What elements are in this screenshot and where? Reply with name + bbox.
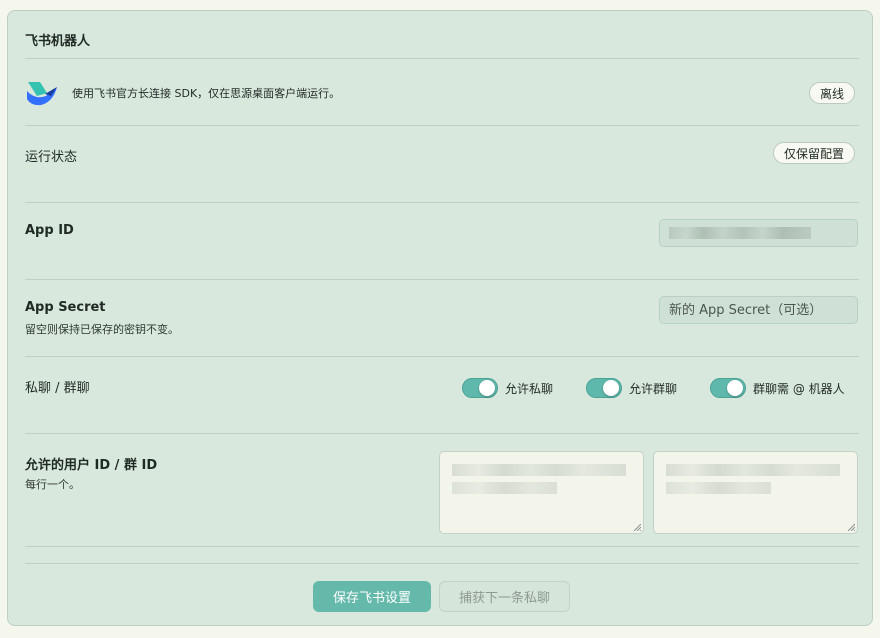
allowed-ids-hint: 每行一个。	[25, 478, 80, 491]
masked-app-id	[669, 227, 811, 239]
run-status-label: 运行状态	[25, 150, 78, 165]
divider	[25, 433, 859, 434]
masked-group-id	[666, 464, 840, 476]
divider	[25, 58, 859, 59]
keep-config-only-button[interactable]: 仅保留配置	[773, 142, 856, 164]
group-require-mention-toggle[interactable]	[710, 378, 746, 398]
section-title: 飞书机器人	[25, 34, 91, 49]
chat-scope-label: 私聊 / 群聊	[25, 381, 90, 396]
masked-user-id	[452, 482, 557, 494]
toggle-knob	[727, 380, 743, 396]
allow-group-chat-toggle[interactable]	[586, 378, 622, 398]
intro-description: 使用飞书官方长连接 SDK，仅在思源桌面客户端运行。	[72, 87, 341, 100]
allowed-ids-label: 允许的用户 ID / 群 ID	[25, 458, 158, 473]
group-require-mention-toggle-group: 群聊需 @ 机器人	[710, 378, 845, 398]
toggle-knob	[603, 380, 619, 396]
capture-next-private-message-button[interactable]: 捕获下一条私聊	[439, 581, 570, 612]
divider	[25, 356, 859, 357]
app-secret-input[interactable]	[659, 296, 858, 324]
allow-private-chat-label: 允许私聊	[505, 381, 554, 396]
allow-private-chat-toggle[interactable]	[462, 378, 498, 398]
divider	[25, 563, 859, 564]
resize-handle-icon[interactable]	[847, 523, 855, 531]
save-feishu-settings-button[interactable]: 保存飞书设置	[313, 581, 431, 612]
group-require-mention-label: 群聊需 @ 机器人	[753, 381, 845, 396]
resize-handle-icon[interactable]	[633, 523, 641, 531]
divider	[25, 279, 859, 280]
app-id-input[interactable]	[659, 219, 858, 247]
divider	[25, 125, 859, 126]
divider	[25, 202, 859, 203]
allowed-group-ids-textarea[interactable]	[653, 451, 858, 534]
masked-user-id	[452, 464, 626, 476]
allow-group-chat-label: 允许群聊	[629, 381, 678, 396]
feishu-logo-icon	[27, 82, 57, 106]
feishu-bot-settings-card: 飞书机器人 使用飞书官方长连接 SDK，仅在思源桌面客户端运行。 离线 运行状态…	[7, 10, 873, 626]
divider	[25, 546, 859, 547]
offline-status-button[interactable]: 离线	[809, 82, 856, 104]
allow-group-chat-toggle-group: 允许群聊	[586, 378, 677, 398]
masked-group-id	[666, 482, 771, 494]
app-secret-hint: 留空则保持已保存的密钥不变。	[25, 323, 179, 336]
app-secret-label: App Secret	[25, 300, 106, 315]
allow-private-chat-toggle-group: 允许私聊	[462, 378, 553, 398]
app-id-label: App ID	[25, 223, 74, 238]
toggle-knob	[479, 380, 495, 396]
allowed-user-ids-textarea[interactable]	[439, 451, 644, 534]
